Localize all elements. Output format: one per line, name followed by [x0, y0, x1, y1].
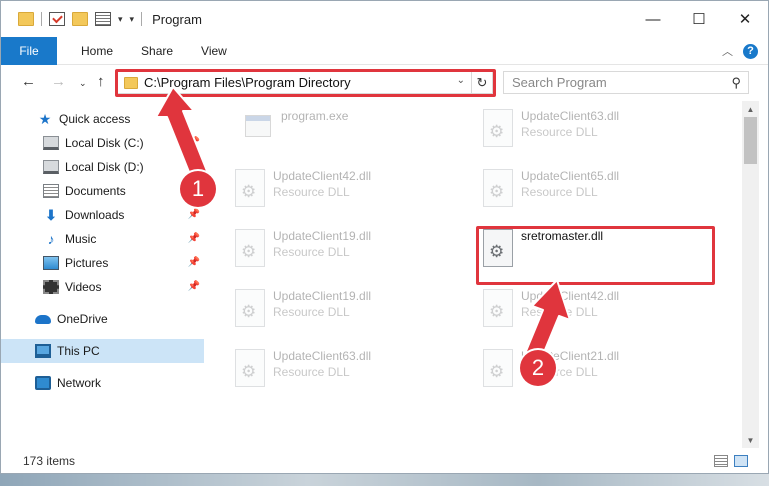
annotation-arrows [155, 86, 571, 363]
annotation-badge-2: 2 [520, 350, 556, 386]
arrow-1 [155, 86, 208, 178]
annotation-badge-1: 1 [180, 171, 216, 207]
desktop-background [0, 474, 769, 486]
file-explorer-window: ▾ ▾ Program — ☐ ✕ File Home Share View ︿… [0, 0, 769, 474]
arrow-2 [523, 279, 571, 363]
